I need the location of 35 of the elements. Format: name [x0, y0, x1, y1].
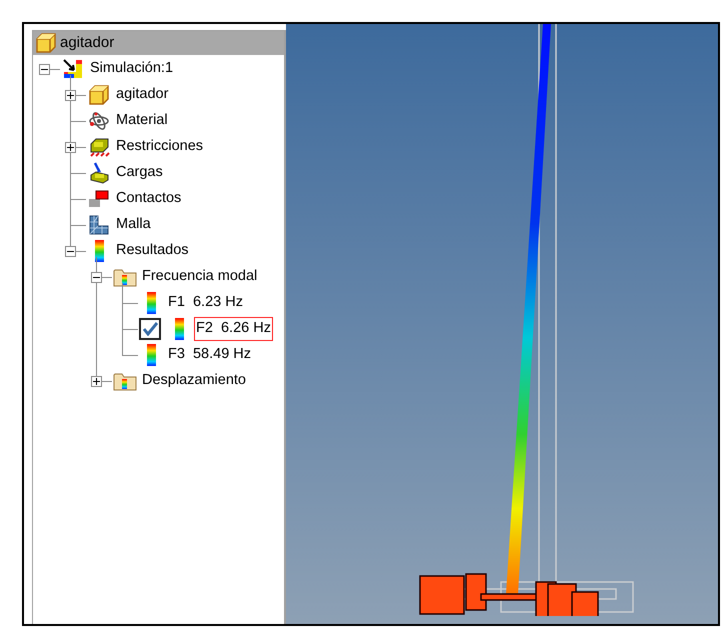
expand-toggle[interactable] [91, 376, 102, 386]
tree-item[interactable]: agitador [114, 83, 170, 107]
tree-item[interactable]: Contactos [114, 187, 184, 211]
folder-icon [113, 267, 137, 287]
checkbox[interactable] [139, 318, 161, 340]
color-bar-icon [146, 292, 156, 314]
color-bar-icon [94, 240, 104, 262]
color-bar-icon [174, 318, 184, 340]
load-icon [88, 162, 110, 184]
collapse-toggle[interactable] [65, 246, 76, 256]
folder-icon [113, 371, 137, 391]
tree-item[interactable]: Cargas [114, 161, 165, 185]
cube-icon [35, 32, 57, 54]
cube-icon [88, 84, 110, 106]
tree-item[interactable]: F1 6.23 Hz [166, 291, 245, 315]
expand-toggle[interactable] [65, 142, 76, 152]
tree-item[interactable]: Simulación:1 [88, 57, 176, 81]
simulation-icon [62, 58, 84, 80]
collapse-toggle[interactable] [39, 64, 50, 74]
contact-icon [88, 189, 110, 209]
tree-item[interactable]: Malla [114, 213, 153, 237]
tree-item[interactable]: F3 58.49 Hz [166, 343, 254, 367]
tree-item[interactable]: Restricciones [114, 135, 206, 159]
tree-item[interactable]: Desplazamiento [140, 369, 248, 393]
expand-toggle[interactable] [65, 90, 76, 100]
collapse-toggle[interactable] [91, 272, 102, 282]
tree-item[interactable]: Material [114, 109, 170, 133]
tree-item[interactable]: Frecuencia modal [140, 265, 260, 289]
mesh-icon [88, 214, 110, 236]
browser-title: agitador [60, 32, 114, 53]
tree-item[interactable]: F2 6.26 Hz [194, 317, 273, 341]
constraint-icon [88, 136, 110, 158]
color-bar-icon [146, 344, 156, 366]
tree-item[interactable]: Resultados [114, 239, 191, 263]
atom-icon [88, 112, 110, 130]
